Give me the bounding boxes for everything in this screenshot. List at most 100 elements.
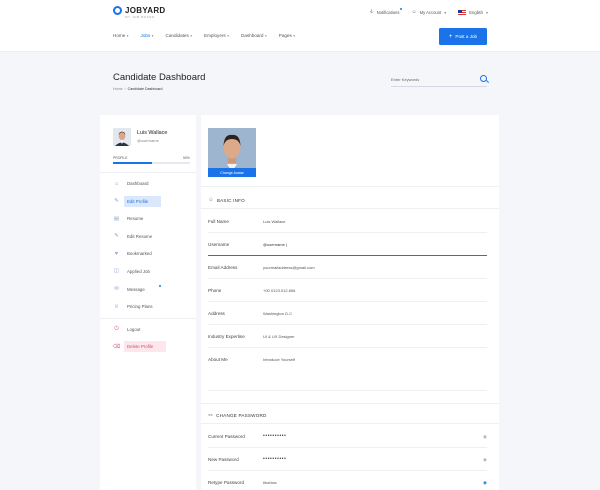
sidebar-item-resume[interactable]: ▤ Resume bbox=[112, 212, 196, 225]
new-password-field[interactable]: New Password •••••••••• ◉ bbox=[208, 451, 487, 471]
section-title: BASIC INFO bbox=[216, 197, 245, 203]
post-job-label: Post a Job bbox=[455, 34, 478, 39]
avatar bbox=[113, 128, 131, 146]
field-label: Address bbox=[208, 311, 225, 316]
field-value: Introduce Yourself bbox=[263, 357, 296, 362]
nav-employers[interactable]: Employers ▾ bbox=[204, 33, 229, 38]
sidebar-item-logout[interactable]: ⏻ Logout bbox=[112, 323, 196, 336]
eye-icon[interactable]: ◉ bbox=[483, 480, 487, 486]
divider bbox=[201, 186, 499, 187]
brand-tagline: MY JOB BOARD bbox=[125, 15, 155, 19]
sidebar-item-applied-job[interactable]: ◫ Applied Job bbox=[112, 265, 196, 278]
message-icon: ✉ bbox=[114, 286, 119, 293]
email-field[interactable]: Email Address yourmailaddress@gmail.com bbox=[208, 259, 487, 279]
divider bbox=[201, 403, 499, 404]
address-field[interactable]: Address Washington D.C bbox=[208, 305, 487, 325]
field-value: •••••••••• bbox=[263, 433, 287, 439]
profile-progress-fill bbox=[113, 162, 152, 164]
nav-label: Jobs bbox=[140, 33, 151, 38]
nav-candidates[interactable]: Candidates ▾ bbox=[166, 33, 193, 38]
field-label: Email Address bbox=[208, 265, 238, 270]
field-value: @username | bbox=[263, 242, 287, 247]
profile-progress-bar bbox=[113, 162, 190, 164]
full-name-field[interactable]: Full Name Luis Wallace bbox=[208, 213, 487, 233]
notifications-label: Notifications bbox=[376, 9, 400, 15]
chevron-down-icon: ▾ bbox=[190, 33, 193, 38]
main-nav: Home ▾ Jobs ▾ Candidates ▾ Employers ▾ Dashb… bbox=[113, 33, 307, 38]
field-label: About Me bbox=[208, 357, 228, 362]
eye-icon[interactable]: ◉ bbox=[483, 434, 487, 440]
edit-icon: ✎ bbox=[114, 233, 119, 240]
change-avatar-button[interactable]: Change Avatar bbox=[208, 168, 256, 177]
lock-icon: ⚎ bbox=[208, 412, 214, 418]
nav-dashboard[interactable]: Dashboard ▾ bbox=[241, 33, 267, 38]
breadcrumb-separator: / bbox=[124, 87, 126, 91]
dashboard-sidebar: Luis Wallace @username PROFILE 50% ⌂ Das… bbox=[100, 115, 196, 490]
change-password-heading: ⚎ CHANGE PASSWORD bbox=[208, 412, 267, 418]
field-label: Retype Password bbox=[208, 480, 245, 485]
chevron-down-icon: ▾ bbox=[126, 33, 129, 38]
plus-icon: + bbox=[448, 33, 453, 40]
logo[interactable]: JOBYARD bbox=[113, 6, 165, 15]
bell-icon: ⎀ bbox=[369, 9, 374, 15]
field-value: Luis Wallace bbox=[263, 219, 286, 224]
retype-password-field[interactable]: Retype Password tikohlas ◉ bbox=[208, 474, 487, 490]
nav-pages[interactable]: Pages ▾ bbox=[279, 33, 295, 38]
language-selector[interactable]: English ▾ bbox=[458, 9, 488, 15]
search-icon[interactable] bbox=[480, 75, 487, 82]
nav-label: Pages bbox=[278, 33, 292, 38]
crown-icon: ♕ bbox=[114, 303, 119, 310]
chevron-down-icon: ▾ bbox=[485, 9, 488, 15]
field-label: Username bbox=[208, 242, 230, 247]
notification-dot bbox=[400, 8, 403, 10]
phone-field[interactable]: Phone +00 0123.012.656 bbox=[208, 282, 487, 302]
field-value: +00 0123.012.656 bbox=[263, 288, 296, 293]
breadcrumb-current: Candidate Dashboard bbox=[127, 87, 163, 91]
resume-icon: ▤ bbox=[113, 215, 120, 222]
nav-home[interactable]: Home ▾ bbox=[113, 33, 129, 38]
briefcase-icon: ◫ bbox=[113, 268, 120, 275]
user-icon: ☺ bbox=[411, 9, 417, 15]
notifications-link[interactable]: ⎀ Notifications bbox=[369, 8, 403, 15]
breadcrumb-home[interactable]: Home bbox=[113, 87, 123, 91]
nav-jobs[interactable]: Jobs ▾ bbox=[141, 33, 154, 38]
nav-label: Dashboard bbox=[241, 33, 264, 38]
sidebar-item-delete-profile[interactable]: ⌫ Delete Profile bbox=[112, 340, 196, 353]
field-value: Washington D.C bbox=[263, 311, 292, 316]
chevron-down-icon: ▾ bbox=[227, 33, 229, 38]
sidebar-item-edit-resume[interactable]: ✎ Edit Resume bbox=[112, 230, 196, 243]
breadcrumb: Home / Candidate Dashboard bbox=[113, 87, 163, 91]
profile-progress-label: PROFILE bbox=[113, 156, 128, 160]
section-title: CHANGE PASSWORD bbox=[216, 412, 267, 418]
eye-icon[interactable]: ◉ bbox=[483, 457, 487, 463]
sidebar-item-label: Resume bbox=[127, 216, 144, 222]
sidebar-item-label: Dashboard bbox=[127, 181, 149, 186]
sidebar-item-bookmarked[interactable]: ♥ Bookmarked bbox=[112, 247, 196, 260]
sidebar-item-pricing-plans[interactable]: ♕ Pricing Plans bbox=[112, 300, 196, 313]
nav-label: Employers bbox=[204, 33, 226, 38]
trash-icon: ⌫ bbox=[112, 343, 121, 350]
field-label: Phone bbox=[208, 288, 222, 293]
industry-expertise-field[interactable]: Industry Expertise UI & UX Designer bbox=[208, 328, 487, 348]
username-field[interactable]: Username @username | bbox=[208, 236, 487, 256]
divider bbox=[100, 172, 196, 173]
profile-photo: Change Avatar bbox=[208, 128, 256, 177]
search-input[interactable] bbox=[391, 73, 471, 85]
sidebar-item-edit-profile[interactable]: ✎ Edit Profile bbox=[112, 195, 196, 208]
field-value: UI & UX Designer bbox=[263, 334, 295, 339]
site-header: JOBYARD MY JOB BOARD ⎀ Notifications ☺ M… bbox=[0, 0, 600, 52]
field-label: Industry Expertise bbox=[208, 334, 245, 339]
brand-name: JOBYARD bbox=[125, 5, 166, 15]
sidebar-menu: ⌂ Dashboard ✎ Edit Profile ▤ Resume ✎ Ed… bbox=[100, 177, 196, 358]
sidebar-item-label: Bookmarked bbox=[127, 251, 152, 257]
account-label: My Account bbox=[419, 9, 442, 15]
sidebar-item-label: Logout bbox=[127, 326, 141, 332]
sidebar-item-label: Delete Profile bbox=[124, 341, 167, 353]
about-me-field[interactable]: About Me Introduce Yourself bbox=[208, 351, 487, 391]
current-password-field[interactable]: Current Password •••••••••• ◉ bbox=[208, 428, 487, 448]
post-job-button[interactable]: + Post a Job bbox=[439, 28, 487, 45]
sidebar-item-dashboard[interactable]: ⌂ Dashboard bbox=[112, 177, 196, 190]
sidebar-item-message[interactable]: ✉ Message bbox=[112, 283, 196, 296]
account-menu[interactable]: ☺ My Account ▾ bbox=[411, 9, 446, 15]
chevron-down-icon: ▾ bbox=[444, 9, 447, 15]
